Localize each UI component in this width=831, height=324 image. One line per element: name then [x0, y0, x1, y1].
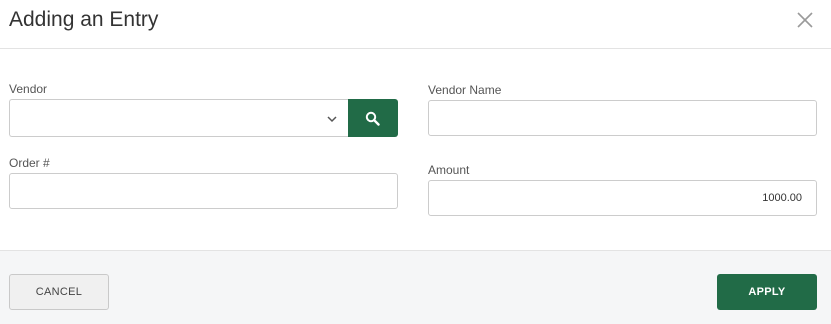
vendor-search-button[interactable] — [348, 99, 398, 137]
vendor-name-label: Vendor Name — [428, 83, 502, 97]
vendor-name-field[interactable] — [428, 100, 817, 136]
chevron-down-icon — [327, 116, 337, 123]
dialog-footer: CANCEL APPLY — [0, 250, 831, 324]
vendor-select[interactable] — [9, 99, 348, 137]
dialog-title: Adding an Entry — [9, 8, 159, 31]
cancel-button[interactable]: CANCEL — [9, 274, 109, 310]
adding-entry-dialog: Adding an Entry Vendor Vendor Name Order… — [0, 0, 831, 324]
search-icon — [365, 111, 380, 126]
order-number-label: Order # — [9, 156, 50, 170]
amount-field[interactable] — [428, 180, 817, 216]
apply-button[interactable]: APPLY — [717, 274, 817, 310]
order-number-field[interactable] — [9, 173, 398, 209]
dialog-header: Adding an Entry — [0, 0, 831, 49]
amount-label: Amount — [428, 163, 470, 177]
close-button[interactable] — [795, 10, 815, 30]
vendor-label: Vendor — [9, 82, 48, 96]
close-icon — [797, 12, 813, 28]
